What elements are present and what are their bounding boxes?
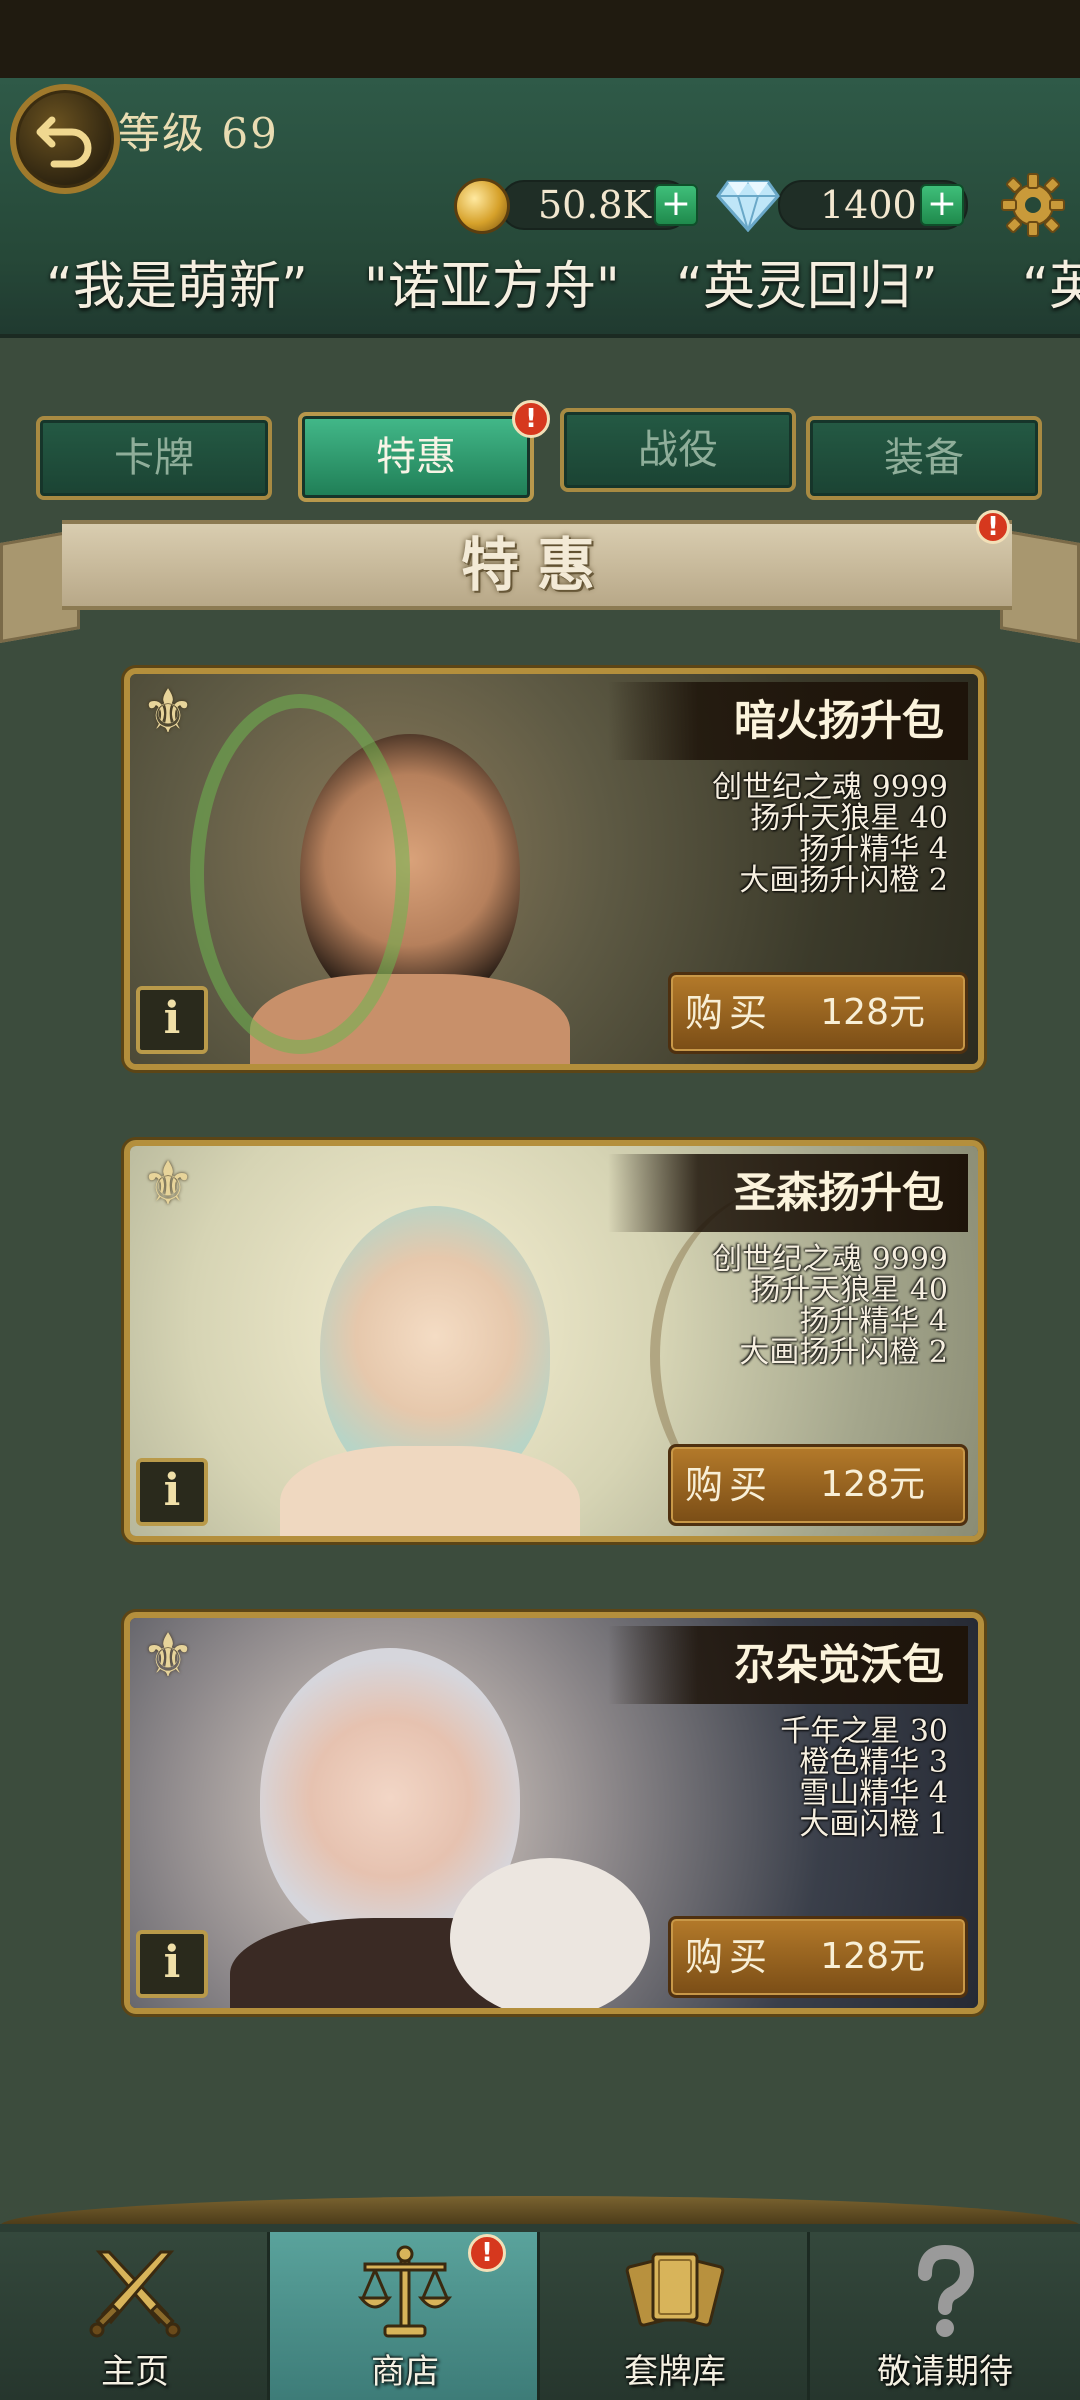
bottom-nav-trim	[0, 2196, 1080, 2226]
pack-title: 尕朵觉沃包	[733, 1640, 944, 1689]
buy-price: 128元	[820, 1464, 925, 1505]
shop-alert-badge: !	[468, 2234, 506, 2272]
pack-info-button[interactable]: i	[136, 1930, 208, 1998]
diamond-icon	[716, 180, 780, 232]
pack-content-line: 大画扬升闪橙 2	[739, 1335, 948, 1370]
pack-title: 圣森扬升包	[733, 1168, 944, 1217]
add-gems-button[interactable]: +	[920, 184, 964, 226]
nav-label: 主页	[101, 2352, 169, 2392]
card-deck-icon	[625, 2252, 725, 2327]
section-title: 特惠	[460, 531, 613, 599]
buy-button[interactable]: 购买 128元	[668, 1444, 968, 1526]
nav-label: 敬请期待	[877, 2352, 1013, 2392]
pack-content-line: 扬升天狼星 40	[750, 801, 948, 836]
add-gold-button[interactable]: +	[654, 184, 698, 226]
pack-contents: 千年之星 30 橙色精华 3 雪山精华 4 大画闪橙 1	[780, 1716, 948, 1840]
buy-price: 128元	[820, 992, 925, 1033]
back-button[interactable]	[10, 84, 120, 194]
marquee-item: "诺亚方舟"	[364, 257, 620, 314]
pack-contents: 创世纪之魂 9999 扬升天狼星 40 扬升精华 4 大画扬升闪橙 2	[712, 772, 948, 896]
marquee-item: “英	[1022, 257, 1080, 314]
pack-content-line: 扬升精华 4	[799, 1304, 948, 1339]
gold-amount: 50.8K	[538, 183, 651, 227]
announcement-marquee: “我是萌新” "诺亚方舟" “英灵回归” “英	[0, 244, 1080, 314]
nav-label: 商店	[371, 2352, 439, 2392]
question-mark-icon	[918, 2244, 975, 2337]
nav-home[interactable]: 主页	[0, 2232, 270, 2400]
tab-equipment[interactable]: 装备	[806, 416, 1042, 500]
fleur-de-lis-icon: ⚜	[141, 1149, 195, 1219]
gem-amount: 1400	[820, 183, 917, 227]
pack-contents: 创世纪之魂 9999 扬升天狼星 40 扬升精华 4 大画扬升闪橙 2	[712, 1244, 948, 1368]
marquee-item: “我是萌新”	[46, 257, 308, 314]
pack-content-line: 橙色精华 3	[799, 1745, 948, 1780]
gold-coin-icon	[454, 178, 510, 234]
nav-coming-soon[interactable]: 敬请期待	[810, 2232, 1080, 2400]
buy-price: 128元	[820, 1936, 925, 1977]
status-bar	[0, 0, 1080, 78]
crossed-swords-icon	[89, 2250, 181, 2338]
pack-content-line: 大画闪橙 1	[799, 1807, 948, 1842]
pack-title: 暗火扬升包	[733, 696, 944, 745]
buy-button[interactable]: 购买 128元	[668, 972, 968, 1054]
pack-content-line: 扬升精华 4	[799, 832, 948, 867]
deals-alert-badge: !	[512, 400, 550, 438]
back-arrow-icon	[36, 116, 92, 168]
pack-card-holy-forest[interactable]: ⚜ 圣森扬升包 创世纪之魂 9999 扬升天狼星 40 扬升精华 4 大画扬升闪…	[124, 1140, 984, 1542]
tab-cards[interactable]: 卡牌	[36, 416, 272, 500]
buy-label: 购买	[685, 991, 774, 1035]
tab-deals[interactable]: 特惠	[298, 412, 534, 502]
pack-content-line: 创世纪之魂 9999	[712, 1242, 948, 1277]
pack-card-ember[interactable]: ⚜ 暗火扬升包 创世纪之魂 9999 扬升天狼星 40 扬升精华 4 大画扬升闪…	[124, 668, 984, 1070]
pack-content-line: 大画扬升闪橙 2	[739, 863, 948, 898]
buy-label: 购买	[685, 1935, 774, 1979]
fleur-de-lis-icon: ⚜	[141, 1621, 195, 1691]
pack-info-button[interactable]: i	[136, 986, 208, 1054]
pack-content-line: 千年之星 30	[780, 1714, 948, 1749]
nav-label: 套牌库	[624, 2352, 726, 2392]
pack-content-line: 雪山精华 4	[799, 1776, 948, 1811]
settings-gear-icon[interactable]	[1000, 172, 1066, 238]
pack-card-gadojowo[interactable]: ⚜ 尕朵觉沃包 千年之星 30 橙色精华 3 雪山精华 4 大画闪橙 1 i 购…	[124, 1612, 984, 2014]
tab-campaign[interactable]: 战役	[560, 408, 796, 492]
scales-icon	[357, 2245, 453, 2338]
marquee-item: “英灵回归”	[676, 257, 938, 314]
pack-content-line: 创世纪之魂 9999	[712, 770, 948, 805]
buy-button[interactable]: 购买 128元	[668, 1916, 968, 1998]
pack-content-line: 扬升天狼星 40	[750, 1273, 948, 1308]
pack-info-button[interactable]: i	[136, 1458, 208, 1526]
fleur-de-lis-icon: ⚜	[141, 677, 195, 747]
ribbon-right-end	[1000, 528, 1080, 644]
section-alert-badge: !	[976, 510, 1010, 544]
player-level: 等级 69	[118, 109, 279, 158]
nav-deck-library[interactable]: 套牌库	[540, 2232, 810, 2400]
buy-label: 购买	[685, 1463, 774, 1507]
